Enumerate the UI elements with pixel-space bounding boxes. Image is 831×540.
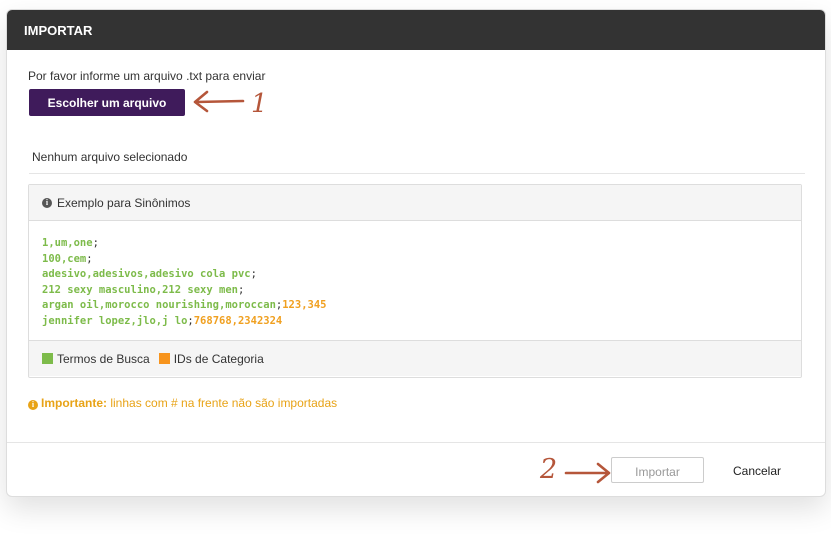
modal-footer: 2 Importar Cancelar (7, 442, 825, 496)
legend-swatch-categories (158, 352, 170, 364)
annotation-step-2: 2 (539, 454, 611, 485)
example-panel: i Exemplo para Sinônimos 1,um,one; 100,c… (28, 184, 802, 378)
example-legend: Termos de Busca IDs de Categoria (29, 340, 801, 376)
choose-file-button[interactable]: Escolher um arquivo (29, 89, 185, 116)
important-notice: i Importante: linhas com # na frente não … (28, 396, 337, 410)
code-line: 212 sexy masculino,212 sexy men; (42, 283, 245, 296)
annotation-number-1: 1 (251, 89, 268, 119)
code-line: 1,um,one; (42, 237, 99, 249)
code-line: argan oil,morocco nourishing,moroccan;12… (42, 299, 327, 311)
notice-text: linhas com # na frente não são importada… (107, 396, 338, 410)
info-icon: i (28, 400, 38, 410)
legend-item-terms: Termos de Busca (42, 352, 150, 366)
import-button[interactable]: Importar (611, 457, 704, 483)
annotation-number-2: 2 (539, 454, 557, 485)
modal-body: Por favor informe um arquivo .txt para e… (7, 50, 825, 443)
code-line: jennifer lopez,jlo,j lo;768768,2342324 (42, 314, 283, 327)
cancel-button[interactable]: Cancelar (719, 457, 795, 483)
intro-text: Por favor informe um arquivo .txt para e… (28, 69, 266, 83)
modal-title: IMPORTAR (24, 22, 93, 38)
info-icon: i (42, 197, 52, 208)
hand-drawn-arrow-icon (193, 90, 245, 113)
annotation-step-1: 1 (193, 89, 268, 119)
legend-item-categories: IDs de Categoria (158, 352, 264, 366)
code-line: adesivo,adesivos,adesivo cola pvc; (42, 268, 257, 280)
file-status-text: Nenhum arquivo selecionado (29, 146, 805, 174)
import-modal: IMPORTAR Por favor informe um arquivo .t… (6, 9, 826, 497)
legend-swatch-terms (42, 352, 53, 364)
example-code-block: 1,um,one; 100,cem; adesivo,adesivos,ades… (29, 221, 801, 340)
code-line: 100,cem; (42, 252, 93, 265)
modal-header: IMPORTAR (7, 10, 825, 50)
example-title: Exemplo para Sinônimos (57, 195, 191, 210)
notice-label: Importante: (41, 396, 107, 410)
example-panel-header: i Exemplo para Sinônimos (29, 185, 801, 221)
hand-drawn-arrow-icon (564, 462, 611, 484)
